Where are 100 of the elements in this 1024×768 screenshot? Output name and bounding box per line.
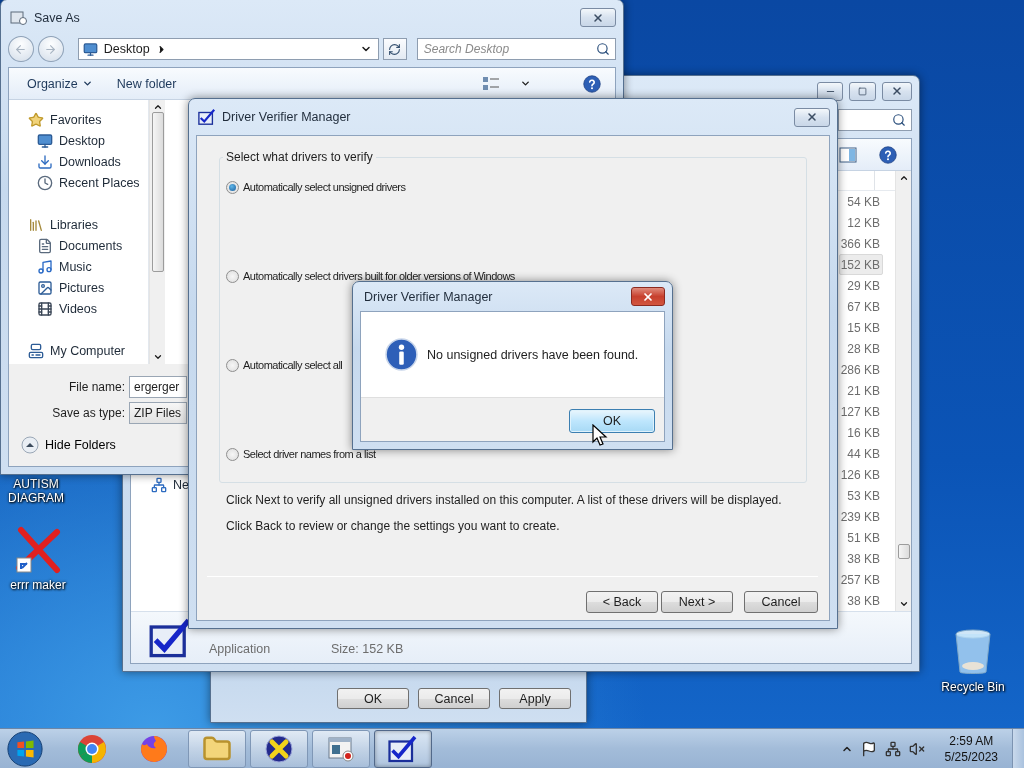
- close-icon: [642, 290, 654, 303]
- picture-icon: [37, 279, 53, 296]
- library-icon: [28, 216, 44, 233]
- checkmark-window-icon: [388, 733, 418, 764]
- option-label[interactable]: Automatically select unsigned drivers: [243, 181, 406, 193]
- scrollbar-thumb[interactable]: [897, 544, 910, 559]
- nav-item[interactable]: Music: [59, 259, 92, 274]
- scrollbar[interactable]: [895, 171, 911, 611]
- checkmark-window-icon: [198, 108, 216, 126]
- music-note-icon: [37, 258, 53, 275]
- hide-folders-button[interactable]: Hide Folders: [21, 436, 116, 454]
- taskbar-button[interactable]: [312, 729, 370, 768]
- radio-button[interactable]: [226, 447, 239, 461]
- show-desktop-button[interactable]: [1012, 728, 1024, 768]
- search-field[interactable]: Search Desktop: [416, 38, 616, 60]
- clock-icon: [37, 174, 53, 191]
- flag-icon[interactable]: [860, 740, 877, 757]
- file-row[interactable]: 54 KB: [839, 191, 883, 212]
- scroll-up-icon: [898, 173, 909, 183]
- nav-item[interactable]: Documents: [59, 238, 123, 253]
- nav-item[interactable]: Desktop: [59, 133, 105, 148]
- clock-time: 2:59 AM: [949, 732, 994, 749]
- forward-arrow-icon: [44, 42, 58, 56]
- scrollbar[interactable]: [149, 100, 165, 364]
- instruction-text: Click Next to verify all unsigned drivers installed on this computer. A list of these drivers will be displayed.: [226, 492, 783, 508]
- file-row[interactable]: 21 KB: [839, 380, 883, 401]
- option-label[interactable]: Automatically select drivers built for older versions of Windows: [243, 270, 515, 282]
- address-bar[interactable]: Desktop: [77, 38, 379, 60]
- file-row[interactable]: 12 KB: [839, 212, 883, 233]
- dialog-button[interactable]: OK: [337, 688, 409, 709]
- clock[interactable]: 2:59 AM 5/25/2023: [944, 732, 998, 765]
- file-row[interactable]: 53 KB: [839, 485, 883, 506]
- nav-item[interactable]: Libraries: [50, 217, 98, 232]
- forward-button[interactable]: [37, 36, 64, 62]
- file-name-field[interactable]: ergerger: [129, 376, 187, 398]
- recycle-bin-icon: [953, 628, 993, 676]
- file-size-detail: Size: 152 KB: [331, 641, 405, 656]
- file-size: 28 KB: [847, 341, 880, 356]
- file-row[interactable]: 67 KB: [839, 296, 883, 317]
- dialog-button[interactable]: Apply: [499, 688, 571, 709]
- refresh-icon: [388, 42, 402, 56]
- browser-icon: [139, 733, 169, 764]
- option-label[interactable]: Automatically select all: [243, 359, 343, 371]
- search-field[interactable]: [838, 109, 912, 131]
- desktop-icon-label[interactable]: Recycle Bin: [941, 680, 1005, 694]
- back-button[interactable]: [8, 36, 34, 62]
- preview-pane-icon[interactable]: [839, 146, 857, 163]
- scrollbar-thumb[interactable]: [151, 112, 164, 272]
- radio-button[interactable]: [226, 180, 239, 194]
- close-icon: [806, 111, 818, 123]
- search-icon: [892, 113, 906, 127]
- ok-button[interactable]: OK: [569, 409, 655, 433]
- caret-icon[interactable]: [520, 78, 531, 89]
- view-options-icon[interactable]: [482, 75, 500, 92]
- nav-item[interactable]: Ne: [173, 477, 189, 492]
- desktop-icon-label[interactable]: AUTISM DIAGRAM: [0, 477, 74, 505]
- refresh-button[interactable]: [382, 38, 407, 60]
- monitor-icon: [82, 41, 98, 57]
- nav-item[interactable]: Favorites: [50, 112, 102, 127]
- file-row[interactable]: 44 KB: [839, 443, 883, 464]
- file-type-dropdown[interactable]: ZIP Files: [129, 402, 187, 424]
- close-button[interactable]: [580, 8, 616, 27]
- close-button[interactable]: [882, 81, 912, 101]
- network-icon[interactable]: [884, 740, 901, 757]
- nav-item[interactable]: Downloads: [59, 154, 121, 169]
- file-row[interactable]: 15 KB: [839, 317, 883, 338]
- network-icon: [151, 476, 167, 493]
- toolbar-button[interactable]: New folder: [114, 73, 179, 94]
- radio-button[interactable]: [226, 269, 239, 283]
- wizard-button[interactable]: < Back: [586, 591, 658, 613]
- taskbar-button[interactable]: [374, 729, 432, 768]
- help-icon[interactable]: [583, 74, 601, 93]
- maximize-button[interactable]: [849, 81, 876, 101]
- dialog-button[interactable]: Cancel: [418, 688, 490, 709]
- file-size: 16 KB: [847, 425, 880, 440]
- speaker-muted-icon[interactable]: [908, 740, 925, 757]
- clock-date: 5/25/2023: [944, 748, 998, 765]
- radio-button[interactable]: [226, 358, 239, 372]
- file-row[interactable]: 29 KB: [839, 275, 883, 296]
- file-row[interactable]: 38 KB: [839, 590, 883, 611]
- wizard-button[interactable]: Next >: [661, 591, 733, 613]
- file-row[interactable]: 38 KB: [839, 548, 883, 569]
- file-row[interactable]: 51 KB: [839, 527, 883, 548]
- x-shortcut-icon: [15, 526, 61, 574]
- address-text: Desktop: [103, 42, 150, 56]
- close-button[interactable]: [794, 107, 830, 127]
- nav-item[interactable]: Pictures: [59, 280, 105, 295]
- desktop-icon-label[interactable]: errr maker: [10, 578, 66, 592]
- close-button[interactable]: [631, 287, 665, 306]
- minimize-button[interactable]: [817, 81, 843, 101]
- help-icon[interactable]: [879, 145, 897, 164]
- taskbar-button[interactable]: [250, 729, 308, 768]
- toolbar-button[interactable]: Organize: [25, 73, 95, 94]
- nav-item[interactable]: Videos: [59, 301, 97, 316]
- option-label[interactable]: Select driver names from a list: [243, 448, 376, 460]
- wizard-button[interactable]: Cancel: [744, 591, 818, 613]
- nav-item[interactable]: My Computer: [50, 343, 126, 358]
- file-row[interactable]: 28 KB: [839, 338, 883, 359]
- file-row[interactable]: 16 KB: [839, 422, 883, 443]
- nav-item[interactable]: Recent Places: [59, 175, 140, 190]
